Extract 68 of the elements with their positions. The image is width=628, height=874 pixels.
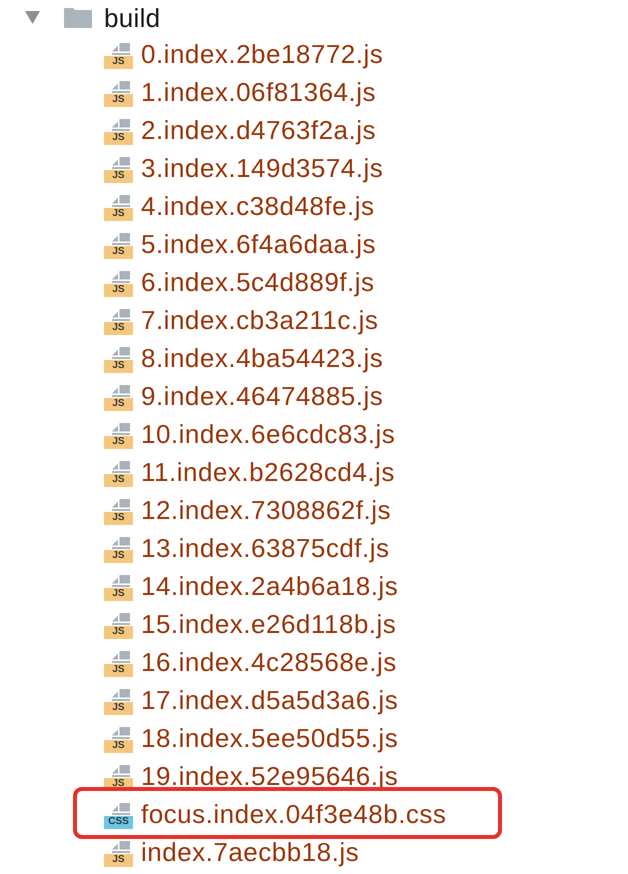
file-name[interactable]: 7.index.cb3a211c.js [141,307,378,333]
file-type-badge: JS [104,512,133,524]
file-name[interactable]: 13.index.63875cdf.js [141,535,390,561]
file-name[interactable]: 12.index.7308862f.js [141,497,391,523]
document-icon [112,270,130,282]
document-icon [112,42,130,54]
caret-down-icon[interactable] [25,11,40,24]
document-icon [112,688,130,700]
file-type-badge: JS [104,246,133,258]
document-icon [112,840,130,852]
document-icon [112,498,130,510]
document-icon [112,460,130,472]
file-name[interactable]: 3.index.149d3574.js [141,155,384,181]
file-type-badge: JS [104,208,133,220]
file-name[interactable]: 11.index.b2628cd4.js [141,459,395,485]
file-type-badge: JS [104,474,133,486]
file-type-badge: JS [104,284,133,296]
file-name[interactable]: 8.index.4ba54423.js [141,345,384,371]
document-icon [112,346,130,358]
document-icon [112,80,130,92]
file-type-badge: JS [104,132,133,144]
file-name[interactable]: 4.index.c38d48fe.js [141,193,375,219]
document-icon [112,612,130,624]
document-icon [112,232,130,244]
file-type-badge: JS [104,56,133,68]
file-name[interactable]: 10.index.6e6cdc83.js [141,421,396,447]
file-type-badge: JS [104,588,133,600]
document-icon [112,536,130,548]
file-name[interactable]: 6.index.5c4d889f.js [141,269,375,295]
document-icon [112,574,130,586]
document-icon [112,384,130,396]
file-type-badge: JS [104,322,133,334]
file-type-badge: JS [104,170,133,182]
document-icon [112,308,130,320]
document-icon [112,422,130,434]
file-type-badge: JS [104,702,133,714]
document-icon [112,194,130,206]
document-icon [112,802,130,814]
document-icon [112,764,130,776]
file-name[interactable]: index.7aecbb18.js [141,839,360,865]
file-type-badge: JS [104,436,133,448]
document-icon [112,650,130,662]
file-name[interactable]: 9.index.46474885.js [141,383,384,409]
file-name[interactable]: 15.index.e26d118b.js [141,611,396,637]
document-icon [112,726,130,738]
file-name[interactable]: 18.index.5ee50d55.js [141,725,398,751]
file-type-badge: JS [104,398,133,410]
file-type-badge: JS [104,94,133,106]
file-name[interactable]: 1.index.06f81364.js [141,79,376,105]
file-name[interactable]: 2.index.d4763f2a.js [141,117,376,143]
file-type-badge: CSS [104,816,133,828]
file-name[interactable]: focus.index.04f3e48b.css [141,801,446,827]
file-type-badge: JS [104,360,133,372]
file-type-badge: JS [104,550,133,562]
file-name[interactable]: 17.index.d5a5d3a6.js [141,687,398,713]
file-type-badge: JS [104,626,133,638]
document-icon [112,156,130,168]
file-type-badge: JS [104,854,133,866]
file-type-badge: JS [104,740,133,752]
file-name[interactable]: 5.index.6f4a6daa.js [141,231,376,257]
file-name[interactable]: 14.index.2a4b6a18.js [141,573,398,599]
file-type-badge: JS [104,664,133,676]
file-name[interactable]: 16.index.4c28568e.js [141,649,397,675]
document-icon [112,118,130,130]
folder-icon [64,8,92,28]
file-name[interactable]: 0.index.2be18772.js [141,41,384,67]
file-name[interactable]: 19.index.52e95646.js [141,763,398,789]
folder-name[interactable]: build [104,4,160,30]
